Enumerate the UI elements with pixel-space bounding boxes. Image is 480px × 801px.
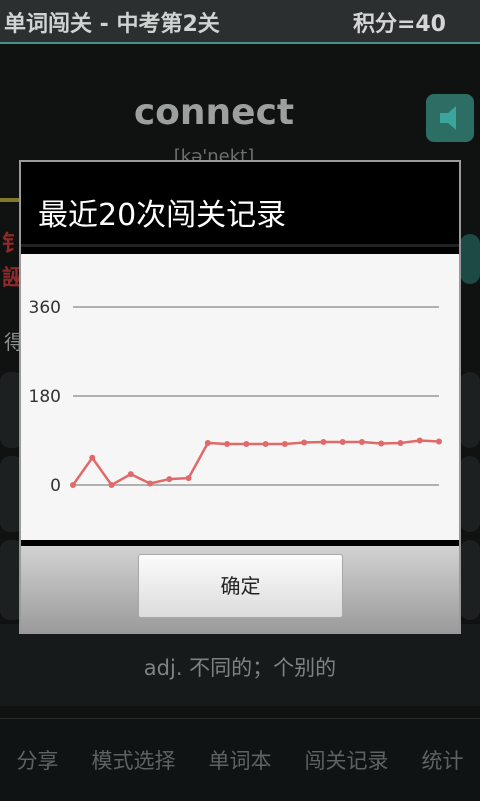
bottom-tab-bar: 分享 模式选择 单词本 闯关记录 统计 [0,718,480,801]
side-button[interactable] [460,234,480,284]
records-line-chart: 0 180 360 [29,298,442,496]
tab-mode-select[interactable]: 模式选择 [92,745,176,775]
data-point [89,454,96,461]
records-dialog: 最近20次闯关记录 0 180 360 确定 [19,160,461,634]
data-point [436,438,442,445]
data-point [166,476,173,483]
data-point [262,440,269,447]
data-point [301,439,308,446]
score-display: 积分=40 [352,12,446,37]
progress-divider [0,198,20,202]
tab-statistics[interactable]: 统计 [422,745,464,775]
data-point [185,475,192,482]
series-line [71,439,440,487]
data-point [397,439,404,446]
dialog-title: 最近20次闯关记录 [38,198,287,233]
data-point [416,437,423,444]
title-bar: 单词闯关 - 中考第2关 积分=40 [0,0,480,44]
data-point [358,438,365,445]
tab-share[interactable]: 分享 [17,745,59,775]
data-point [108,482,115,488]
data-point [70,482,76,488]
tab-level-records[interactable]: 闯关记录 [305,745,389,775]
confirm-button[interactable]: 确定 [138,554,343,618]
speaker-icon[interactable] [426,94,474,142]
data-point [281,440,288,447]
y-tick-label: 180 [29,387,61,407]
dialog-divider [21,244,459,247]
data-point [378,440,385,447]
option-card-3-right [460,540,480,620]
option-card-2-right [460,456,480,532]
data-point [339,438,346,445]
y-tick-label: 0 [50,476,61,496]
dialog-button-bar: 确定 [21,546,459,634]
data-point [147,480,154,487]
option-card-1-right [460,372,480,448]
meaning-text: adj. 不同的；个别的 [143,656,337,680]
data-point [127,471,134,478]
meaning-option[interactable]: adj. 不同的；个别的 [0,624,480,706]
current-word: connect [133,92,295,133]
data-point [224,440,231,447]
data-point [243,440,250,447]
y-tick-label: 360 [29,298,61,318]
chart-panel: 0 180 360 [21,254,459,540]
data-point [204,439,211,446]
tab-wordbook[interactable]: 单词本 [209,745,272,775]
data-point [320,438,327,445]
app-title: 单词闯关 - 中考第2关 [4,12,220,37]
